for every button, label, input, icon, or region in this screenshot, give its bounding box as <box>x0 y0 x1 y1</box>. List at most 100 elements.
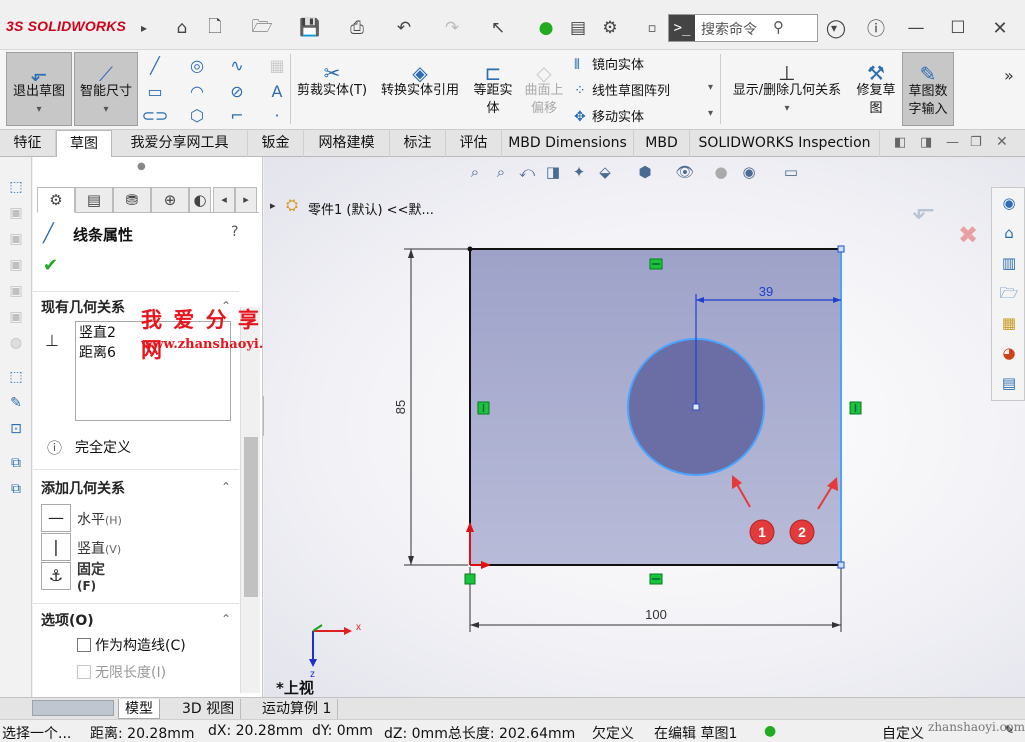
circle-icon[interactable]: ◎ <box>186 54 208 76</box>
circle-center-point[interactable] <box>692 403 700 411</box>
tab-mesh[interactable]: 网格建模 <box>304 130 390 157</box>
rectangle-icon[interactable]: ▭ <box>144 80 166 102</box>
home-icon[interactable]: ⌂ <box>997 221 1021 245</box>
linear-pattern-button[interactable]: ⁘ 线性草图阵列 <box>574 80 670 99</box>
user-icon[interactable]: ◯ <box>824 16 848 40</box>
coincident-relation-marker[interactable] <box>464 573 476 585</box>
revolve-icon[interactable]: ▣ <box>6 229 26 249</box>
horizontal-relation-button[interactable]: 水平(H) <box>77 509 122 529</box>
fillet-feature-icon[interactable]: ◍ <box>6 333 26 353</box>
file-explorer-icon[interactable]: 🗁 <box>997 281 1021 305</box>
fix-relation-button[interactable]: 固定 (F) <box>77 562 105 594</box>
convert-entities-button[interactable]: ◈ 转换实体引用 <box>374 52 466 126</box>
collapse-handle-icon[interactable]: ● <box>137 161 146 172</box>
paste-icon[interactable]: ⧉ <box>6 479 26 499</box>
boundary-icon[interactable]: ▣ <box>6 307 26 327</box>
display-delete-relations-button[interactable]: ⊥ 显示/删除几何关系 ▾ <box>726 52 848 126</box>
polygon-icon[interactable]: ⬡ <box>186 104 208 126</box>
home-icon[interactable]: ⌂ <box>170 16 194 40</box>
search-commands[interactable]: >_ 搜索命令 ⚲ <box>668 14 818 42</box>
loft-icon[interactable]: ▣ <box>6 281 26 301</box>
tab-mbd[interactable]: MBD <box>634 130 690 157</box>
design-library-icon[interactable]: ▥ <box>997 251 1021 275</box>
tab-tools[interactable]: 我爱分享网工具 <box>112 130 248 157</box>
traffic-light-icon[interactable]: ● <box>534 16 558 40</box>
rebuild-traffic-icon[interactable]: ● <box>764 723 776 739</box>
collapse-chevron-icon[interactable]: ⌃ <box>221 612 231 626</box>
trim-entities-button[interactable]: ✂ 剪裁实体(T) <box>295 52 369 126</box>
repair-sketch-button[interactable]: ⚒ 修复草 图 <box>852 52 900 126</box>
save-icon[interactable]: 💾 <box>298 16 322 40</box>
numeric-input-button[interactable]: ✎ 草图数 字输入 <box>902 52 954 126</box>
help-tips-icon[interactable]: ✎ <box>1004 723 1014 737</box>
help-icon[interactable]: ⓘ <box>864 16 888 40</box>
tab-navigation-arrows[interactable] <box>32 700 114 716</box>
scrollbar-thumb[interactable] <box>244 437 258 597</box>
offset-entities-button[interactable]: ⊏ 等距实 体 <box>468 52 518 126</box>
mirror-entities-button[interactable]: ⫴ 镜向实体 <box>574 54 644 73</box>
text-icon[interactable]: A <box>266 80 288 102</box>
vertical-relation-button[interactable]: 竖直(V) <box>77 538 121 558</box>
move-dropdown-icon[interactable]: ▾ <box>708 108 713 119</box>
pattern-dropdown-icon[interactable]: ▾ <box>708 82 713 93</box>
tab-mbd-dimensions[interactable]: MBD Dimensions <box>502 130 634 157</box>
undo-icon[interactable]: ↶ <box>392 16 416 40</box>
line-icon[interactable]: ╱ <box>144 54 166 76</box>
open-icon[interactable]: 🗁 <box>250 16 274 40</box>
ellipse-icon[interactable]: ⊘ <box>226 80 248 102</box>
expand-menu-icon[interactable]: ▸ <box>132 16 156 40</box>
vertical-relation-icon[interactable]: | <box>41 533 71 561</box>
sketch-canvas[interactable]: 39 85 100 1 2 x z <box>264 157 1025 697</box>
minimize-icon[interactable]: — <box>904 16 928 40</box>
tab-3d-view[interactable]: 3D 视图 <box>176 699 242 719</box>
tab-model[interactable]: 模型 <box>118 699 160 719</box>
sweep-icon[interactable]: ▣ <box>6 255 26 275</box>
exit-sketch-button[interactable]: ⬐ 退出草图 ▾ <box>6 52 72 126</box>
point-icon[interactable]: · <box>266 104 288 126</box>
infinite-length-checkbox[interactable] <box>77 665 91 679</box>
search-icon[interactable]: ⚲ <box>773 18 784 36</box>
redo-icon[interactable]: ↷ <box>440 16 464 40</box>
horizontal-relation-icon[interactable]: — <box>41 504 71 532</box>
surface-icon[interactable]: ▦ <box>266 54 288 76</box>
sketch-icon[interactable]: ⬚ <box>6 177 26 197</box>
tab-scroll-right-icon[interactable]: ▸ <box>235 187 257 213</box>
search-input[interactable]: 搜索命令 <box>701 19 757 39</box>
custom-properties-icon[interactable]: ▤ <box>997 371 1021 395</box>
3d-sketch-icon[interactable]: ⊡ <box>6 419 26 439</box>
endpoint[interactable] <box>837 245 845 253</box>
fix-relation-icon[interactable]: ⚓ <box>41 562 71 590</box>
select-icon[interactable]: ↖ <box>486 16 510 40</box>
print-icon[interactable]: ⎙ <box>345 16 369 40</box>
pane-right-icon[interactable]: ◨ <box>920 135 932 150</box>
tab-sheet-metal[interactable]: 钣金 <box>248 130 304 157</box>
help-icon[interactable]: ? <box>231 224 238 240</box>
feature-tree-tab-icon[interactable]: ⚙ <box>37 187 75 213</box>
tab-sketch[interactable]: 草图 <box>56 130 112 158</box>
view-palette-icon[interactable]: ▦ <box>997 311 1021 335</box>
sketch-pick-icon[interactable]: ⬚ <box>6 367 26 387</box>
appearances-icon[interactable]: ◕ <box>997 341 1021 365</box>
display-tab-icon[interactable]: ◐ <box>189 187 211 213</box>
move-entities-button[interactable]: ✥ 移动实体 <box>574 106 644 125</box>
tab-markup[interactable]: 标注 <box>390 130 446 157</box>
new-file-icon[interactable]: 🗋 <box>203 16 227 40</box>
tab-features[interactable]: 特征 <box>0 130 56 157</box>
options-icon[interactable]: ⚙ <box>598 16 622 40</box>
endpoint[interactable] <box>467 246 473 252</box>
tab-scroll-left-icon[interactable]: ◂ <box>213 187 235 213</box>
spline-icon[interactable]: ∿ <box>226 54 248 76</box>
extrude-icon[interactable]: ▣ <box>6 203 26 223</box>
doc-close-icon[interactable]: ✕ <box>996 134 1008 150</box>
ribbon-overflow-button[interactable]: » <box>1004 66 1014 85</box>
edit-sketch-icon[interactable]: ✎ <box>6 393 26 413</box>
status-units[interactable]: 自定义 <box>882 723 924 742</box>
config-tab-icon[interactable]: ⛃ <box>113 187 151 213</box>
collapse-chevron-icon[interactable]: ⌃ <box>221 480 231 494</box>
property-tab-icon[interactable]: ▤ <box>75 187 113 213</box>
dimxpert-tab-icon[interactable]: ⊕ <box>151 187 189 213</box>
construction-checkbox[interactable] <box>77 638 91 652</box>
endpoint[interactable] <box>837 561 845 569</box>
panel-scrollbar[interactable] <box>240 307 260 693</box>
copy-icon[interactable]: ⧉ <box>6 453 26 473</box>
